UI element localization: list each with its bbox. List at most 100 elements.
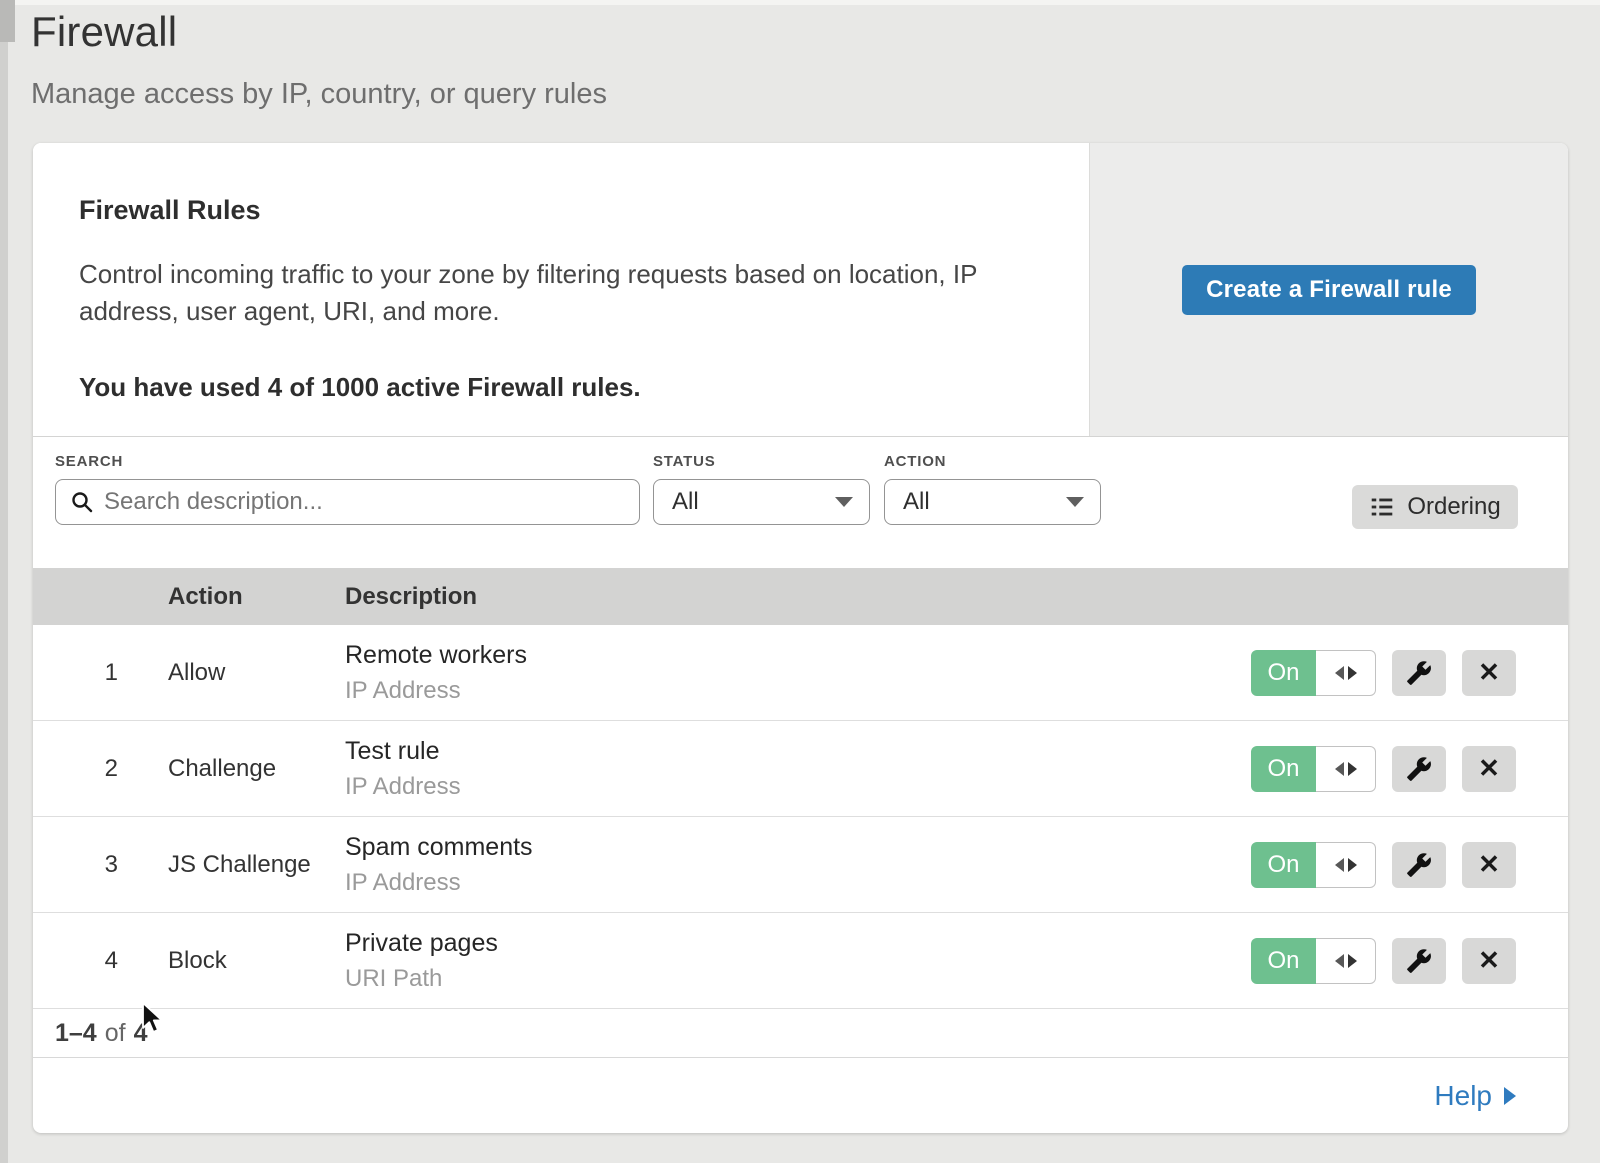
rule-description-cell: Test rule IP Address	[345, 737, 1251, 801]
arrow-right-icon	[1348, 858, 1357, 872]
edit-rule-button[interactable]	[1392, 650, 1446, 696]
arrow-left-icon	[1335, 762, 1344, 776]
column-description: Description	[345, 583, 1568, 611]
action-select[interactable]: All	[884, 479, 1101, 525]
pagination-range: 1–4	[55, 1019, 97, 1048]
toggle-on-label: On	[1251, 650, 1316, 696]
rule-description-cell: Spam comments IP Address	[345, 833, 1251, 897]
rules-intro-text: Firewall Rules Control incoming traffic …	[33, 143, 1089, 436]
rules-card-title: Firewall Rules	[79, 195, 1049, 226]
rule-description: Private pages	[345, 929, 1251, 958]
wrench-icon	[1406, 660, 1432, 686]
search-box[interactable]	[55, 479, 640, 525]
column-action: Action	[168, 583, 345, 611]
page-subtitle: Manage access by IP, country, or query r…	[31, 78, 607, 111]
rule-enabled-toggle[interactable]: On	[1251, 746, 1376, 792]
arrow-right-icon	[1348, 666, 1357, 680]
search-icon	[70, 490, 94, 514]
action-filter-group: ACTION All	[884, 453, 1101, 525]
rule-priority: 2	[33, 755, 123, 783]
rule-enabled-toggle[interactable]: On	[1251, 938, 1376, 984]
action-selected-value: All	[903, 488, 930, 516]
rule-match-type: IP Address	[345, 677, 1251, 705]
ordered-list-icon	[1369, 494, 1395, 520]
arrow-right-icon	[1348, 762, 1357, 776]
rule-action: JS Challenge	[168, 851, 345, 879]
rule-enabled-toggle[interactable]: On	[1251, 842, 1376, 888]
rule-action: Block	[168, 947, 345, 975]
page-title: Firewall	[31, 8, 177, 56]
toggle-grip[interactable]	[1316, 650, 1376, 696]
toggle-grip[interactable]	[1316, 746, 1376, 792]
rules-intro-section: Firewall Rules Control incoming traffic …	[33, 143, 1568, 437]
rules-card-description: Control incoming traffic to your zone by…	[79, 256, 1039, 330]
rule-match-type: IP Address	[345, 773, 1251, 801]
edit-rule-button[interactable]	[1392, 746, 1446, 792]
rule-controls: On ✕	[1251, 746, 1568, 792]
table-row: 2 Challenge Test rule IP Address On	[33, 721, 1568, 817]
wrench-icon	[1406, 948, 1432, 974]
arrow-right-icon	[1504, 1087, 1516, 1105]
ordering-button-label: Ordering	[1407, 493, 1500, 521]
rule-controls: On ✕	[1251, 650, 1568, 696]
status-selected-value: All	[672, 488, 699, 516]
delete-rule-button[interactable]: ✕	[1462, 650, 1516, 696]
close-icon: ✕	[1478, 945, 1500, 976]
toggle-grip[interactable]	[1316, 842, 1376, 888]
edit-rule-button[interactable]	[1392, 842, 1446, 888]
status-select[interactable]: All	[653, 479, 870, 525]
window-corner-notch	[0, 0, 15, 42]
chevron-down-icon	[835, 497, 853, 507]
table-row: 1 Allow Remote workers IP Address On	[33, 625, 1568, 721]
rule-description-cell: Private pages URI Path	[345, 929, 1251, 993]
search-label: SEARCH	[55, 453, 640, 470]
status-label: STATUS	[653, 453, 870, 470]
status-filter-group: STATUS All	[653, 453, 870, 525]
window-edge-strip	[0, 0, 8, 1163]
rule-description: Remote workers	[345, 641, 1251, 670]
rules-usage-count: You have used 4 of 1000 active Firewall …	[79, 372, 1049, 403]
create-firewall-rule-button[interactable]: Create a Firewall rule	[1182, 265, 1476, 315]
toggle-on-label: On	[1251, 842, 1316, 888]
rules-action-panel: Create a Firewall rule	[1089, 143, 1568, 436]
close-icon: ✕	[1478, 753, 1500, 784]
arrow-right-icon	[1348, 954, 1357, 968]
chevron-down-icon	[1066, 497, 1084, 507]
help-link[interactable]: Help	[1434, 1080, 1516, 1112]
arrow-left-icon	[1335, 858, 1344, 872]
rule-description: Test rule	[345, 737, 1251, 766]
rule-action: Challenge	[168, 755, 345, 783]
rule-match-type: URI Path	[345, 965, 1251, 993]
rule-priority: 4	[33, 947, 123, 975]
rule-priority: 1	[33, 659, 123, 687]
table-row: 3 JS Challenge Spam comments IP Address …	[33, 817, 1568, 913]
toggle-grip[interactable]	[1316, 938, 1376, 984]
rule-match-type: IP Address	[345, 869, 1251, 897]
action-label: ACTION	[884, 453, 1101, 470]
wrench-icon	[1406, 852, 1432, 878]
delete-rule-button[interactable]: ✕	[1462, 938, 1516, 984]
wrench-icon	[1406, 756, 1432, 782]
card-footer: Help	[33, 1057, 1568, 1133]
delete-rule-button[interactable]: ✕	[1462, 746, 1516, 792]
rule-controls: On ✕	[1251, 842, 1568, 888]
delete-rule-button[interactable]: ✕	[1462, 842, 1516, 888]
close-icon: ✕	[1478, 657, 1500, 688]
rule-enabled-toggle[interactable]: On	[1251, 650, 1376, 696]
pagination-of: of	[105, 1019, 126, 1048]
firewall-rules-card: Firewall Rules Control incoming traffic …	[33, 143, 1568, 1133]
table-header: Action Description	[33, 568, 1568, 625]
arrow-left-icon	[1335, 954, 1344, 968]
toggle-on-label: On	[1251, 746, 1316, 792]
rule-priority: 3	[33, 851, 123, 879]
pagination-summary: 1–4 of 4	[33, 1009, 1568, 1057]
edit-rule-button[interactable]	[1392, 938, 1446, 984]
rule-description: Spam comments	[345, 833, 1251, 862]
pagination-total: 4	[134, 1019, 148, 1048]
search-filter-group: SEARCH	[55, 453, 640, 525]
window-top-strip	[15, 0, 1600, 5]
rule-controls: On ✕	[1251, 938, 1568, 984]
search-input[interactable]	[104, 488, 625, 516]
arrow-left-icon	[1335, 666, 1344, 680]
ordering-button[interactable]: Ordering	[1352, 485, 1518, 529]
